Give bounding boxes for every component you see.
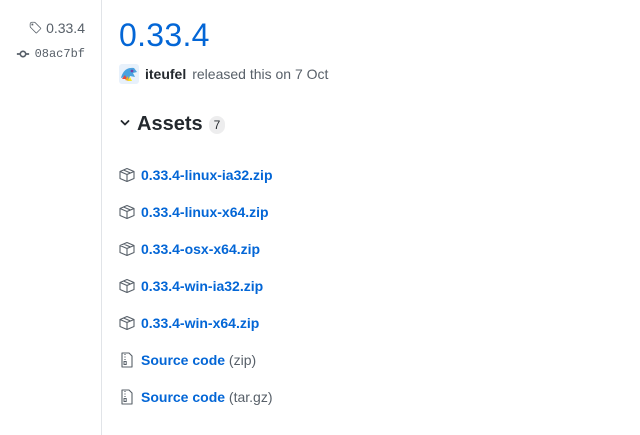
list-item: 0.33.4-osx-x64.zip	[119, 230, 273, 267]
git-commit-icon	[16, 47, 30, 61]
commit-hash[interactable]: 08ac7bf	[35, 47, 85, 61]
assets-count-badge: 7	[208, 115, 226, 134]
list-item: 0.33.4-linux-ia32.zip	[119, 156, 273, 193]
file-zip-icon	[119, 388, 135, 405]
tag-icon	[28, 21, 42, 35]
column-divider	[101, 0, 102, 435]
release-title[interactable]: 0.33.4	[119, 13, 210, 57]
list-item: 0.33.4-linux-x64.zip	[119, 193, 273, 230]
list-item: Source code (zip)	[119, 341, 273, 378]
package-icon	[119, 204, 135, 220]
list-item: Source code (tar.gz)	[119, 378, 273, 415]
file-zip-icon	[119, 351, 135, 368]
asset-link-label: Source code	[141, 351, 226, 368]
asset-link[interactable]: 0.33.4-win-x64.zip	[141, 315, 259, 331]
asset-format: (zip)	[228, 351, 257, 368]
tag-label[interactable]: 0.33.4	[46, 20, 85, 36]
asset-link[interactable]: 0.33.4-win-ia32.zip	[141, 278, 263, 294]
asset-link[interactable]: 0.33.4-osx-x64.zip	[141, 241, 260, 257]
package-icon	[119, 315, 135, 331]
asset-list: 0.33.4-linux-ia32.zip 0.33.4-linux-x64.z…	[119, 156, 273, 415]
chevron-down-icon	[119, 116, 131, 134]
author-link[interactable]: iteufel	[145, 66, 186, 82]
asset-link[interactable]: 0.33.4-linux-x64.zip	[141, 204, 269, 220]
source-code-targz-link[interactable]: Source code (tar.gz)	[141, 389, 273, 405]
assets-toggle[interactable]: Assets 7	[119, 113, 226, 136]
released-text: released this on 7 Oct	[192, 66, 329, 82]
list-item: 0.33.4-win-x64.zip	[119, 304, 273, 341]
asset-link[interactable]: 0.33.4-linux-ia32.zip	[141, 167, 273, 183]
package-icon	[119, 278, 135, 294]
package-icon	[119, 167, 135, 183]
package-icon	[119, 241, 135, 257]
list-item: 0.33.4-win-ia32.zip	[119, 267, 273, 304]
release-byline: iteufel released this on 7 Oct	[119, 64, 328, 84]
assets-heading: Assets	[137, 113, 203, 135]
asset-link-label: Source code	[141, 388, 226, 405]
release-page: 0.33.4 08ac7bf 0.33.4 iteufel released t…	[0, 0, 640, 435]
avatar[interactable]	[119, 64, 139, 84]
release-meta: 0.33.4 08ac7bf	[0, 0, 102, 435]
source-code-zip-link[interactable]: Source code (zip)	[141, 352, 256, 368]
tag-link-row[interactable]: 0.33.4	[28, 20, 85, 36]
asset-format: (tar.gz)	[228, 388, 273, 405]
commit-link-row[interactable]: 08ac7bf	[16, 47, 85, 61]
